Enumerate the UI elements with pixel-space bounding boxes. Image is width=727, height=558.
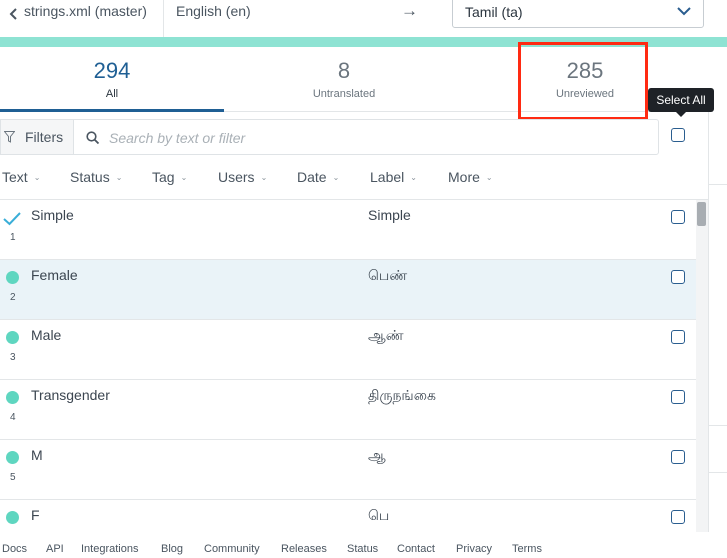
status-dot-icon [6,451,19,464]
translation-text: பெண் [368,267,408,283]
scrollbar-thumb[interactable] [697,202,706,226]
sort-tag[interactable]: Tag ⌄ [152,169,187,185]
sort-label[interactable]: Label ⌄ [370,169,417,185]
row-index: 2 [10,292,16,303]
row-index: 5 [10,472,16,483]
top-bar: strings.xml (master) English (en) → Tami… [0,0,727,37]
source-text: F [31,507,40,523]
file-name[interactable]: strings.xml (master) [24,3,147,19]
translation-text: ஆ [368,447,386,463]
chevron-down-icon: ⌄ [115,173,123,182]
table-row[interactable]: Transgender 4 திருநங்கை [0,380,696,440]
sort-date[interactable]: Date ⌄ [297,169,339,185]
row-index: 1 [10,232,16,243]
divider [163,0,164,37]
editor-root: strings.xml (master) English (en) → Tami… [0,0,727,558]
stat-untranslated-label: Untranslated [312,88,376,100]
footer-link-docs[interactable]: Docs [2,543,27,555]
source-language: English (en) [176,3,251,19]
table-row[interactable]: M 5 ஆ [0,440,696,500]
side-panel-border [708,112,709,532]
highlight-box [518,42,648,120]
sort-more[interactable]: More ⌄ [448,169,493,185]
sort-text[interactable]: Text ⌄ [2,169,40,185]
check-icon [3,212,21,226]
side-panel-divider [708,472,727,473]
state-unreviewed [6,391,19,404]
translation-text: Simple [368,207,411,223]
chevron-left-icon[interactable] [9,7,19,21]
source-text: Simple [31,207,74,223]
filters-button[interactable]: Filters [0,119,73,155]
state-reviewed [3,211,21,226]
arrow-right-icon: → [401,1,418,20]
search-icon [86,131,100,145]
source-text: Transgender [31,387,110,403]
stat-untranslated-count: 8 [337,58,351,83]
filter-icon [4,131,15,143]
state-unreviewed [6,271,19,284]
filters-label: Filters [25,129,64,145]
table-row[interactable]: Simple 1 Simple [0,200,696,260]
stat-all-label: All [105,88,119,100]
stat-all-tab[interactable]: 294 All [0,48,224,112]
chevron-down-icon: ⌄ [410,173,417,182]
state-unreviewed [6,451,19,464]
scrollbar[interactable] [696,200,708,532]
footer-link-contact[interactable]: Contact [397,543,435,555]
stat-all-count: 294 [93,58,131,83]
state-unreviewed [6,511,19,524]
status-dot-icon [6,271,19,284]
footer-link-status[interactable]: Status [347,543,378,555]
chevron-down-icon [677,7,691,16]
chevron-down-icon: ⌄ [485,173,493,182]
table-row[interactable]: Female 2 பெண் [0,260,696,320]
select-all-checkbox[interactable] [671,128,685,142]
search-input[interactable] [109,128,629,148]
active-tab-underline [0,109,224,112]
search-box[interactable] [73,119,659,155]
side-panel-divider [708,425,727,426]
translation-text: ஆண் [368,327,404,343]
source-text: Female [31,267,78,283]
side-panel-divider [708,184,727,185]
target-language-select[interactable]: Tamil (ta) [452,0,704,28]
row-checkbox[interactable] [671,270,685,284]
row-checkbox[interactable] [671,210,685,224]
stat-untranslated-tab[interactable]: 8 Untranslated [264,48,424,112]
footer-link-terms[interactable]: Terms [512,543,542,555]
chevron-down-icon: ⌄ [33,173,41,182]
table-row[interactable]: Male 3 ஆண் [0,320,696,380]
row-index: 4 [10,412,16,423]
chevron-down-icon: ⌄ [260,173,268,182]
row-checkbox[interactable] [671,330,685,344]
status-dot-icon [6,391,19,404]
footer-link-api[interactable]: API [46,543,64,555]
sort-users[interactable]: Users ⌄ [218,169,267,185]
source-text: M [31,447,43,463]
sort-status[interactable]: Status ⌄ [70,169,122,185]
target-language-label: Tamil (ta) [465,4,523,20]
source-text: Male [31,327,62,343]
footer-link-privacy[interactable]: Privacy [456,543,492,555]
chevron-down-icon: ⌄ [180,173,188,182]
row-index: 3 [10,352,16,363]
status-dot-icon [6,331,19,344]
row-checkbox[interactable] [671,390,685,404]
footer-link-releases[interactable]: Releases [281,543,327,555]
footer-link-integrations[interactable]: Integrations [81,543,138,555]
select-all-tooltip: Select All [648,88,714,117]
translation-text: திருநங்கை [368,387,436,403]
row-checkbox[interactable] [671,510,685,524]
chevron-down-icon: ⌄ [332,173,340,182]
row-checkbox[interactable] [671,450,685,464]
state-unreviewed [6,331,19,344]
footer-link-blog[interactable]: Blog [161,543,183,555]
footer: Docs API Integrations Blog Community Rel… [0,532,727,558]
translation-text: பெ [368,507,390,523]
status-dot-icon [6,511,19,524]
footer-link-community[interactable]: Community [204,543,260,555]
